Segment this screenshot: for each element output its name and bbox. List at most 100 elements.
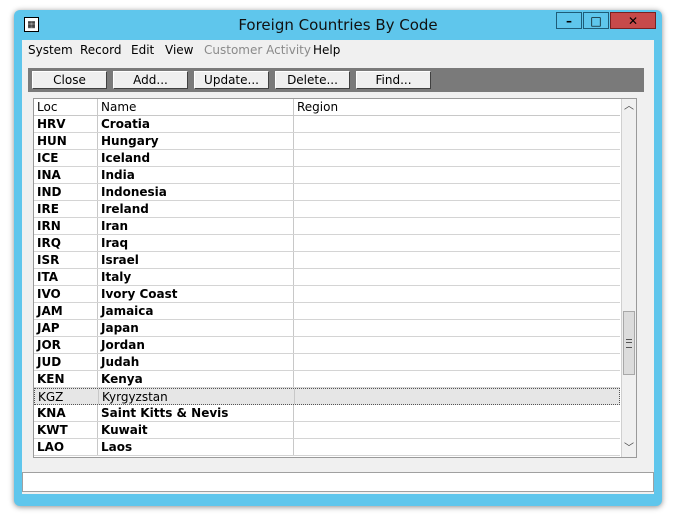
cell-loc: ISR bbox=[34, 252, 98, 268]
cell-region bbox=[294, 201, 620, 217]
cell-loc: LAO bbox=[34, 439, 98, 455]
cell-region bbox=[294, 337, 620, 353]
cell-name: Ivory Coast bbox=[98, 286, 294, 302]
cell-name: Kuwait bbox=[98, 422, 294, 438]
title-bar[interactable]: ▦ Foreign Countries By Code – □ ✕ bbox=[14, 10, 662, 40]
table-row[interactable]: IND Indonesia bbox=[34, 184, 620, 201]
maximize-icon: □ bbox=[590, 14, 602, 28]
cell-region bbox=[294, 235, 620, 251]
cell-name: Israel bbox=[98, 252, 294, 268]
table-row[interactable]: INA India bbox=[34, 167, 620, 184]
cell-region bbox=[294, 184, 620, 200]
cell-loc: HRV bbox=[34, 116, 98, 132]
header-region[interactable]: Region bbox=[294, 99, 620, 115]
table-header: Loc Name Region bbox=[34, 99, 620, 116]
cell-region bbox=[294, 218, 620, 234]
cell-name: India bbox=[98, 167, 294, 183]
table-row[interactable]: JAP Japan bbox=[34, 320, 620, 337]
cell-loc: ICE bbox=[34, 150, 98, 166]
toolbar: Close Add... Update... Delete... Find... bbox=[28, 68, 644, 92]
cell-loc: JAM bbox=[34, 303, 98, 319]
cell-loc: IRE bbox=[34, 201, 98, 217]
cell-name: Jamaica bbox=[98, 303, 294, 319]
scroll-down-icon[interactable]: ﹀ bbox=[622, 441, 636, 457]
table-row[interactable]: HRV Croatia bbox=[34, 116, 620, 133]
cell-loc: JAP bbox=[34, 320, 98, 336]
minimize-button[interactable]: – bbox=[556, 12, 582, 29]
cell-loc: IVO bbox=[34, 286, 98, 302]
cell-loc: JOR bbox=[34, 337, 98, 353]
table-row[interactable]: IVO Ivory Coast bbox=[34, 286, 620, 303]
cell-region bbox=[294, 303, 620, 319]
cell-loc: KGZ bbox=[35, 389, 99, 404]
table-row[interactable]: JAM Jamaica bbox=[34, 303, 620, 320]
header-loc[interactable]: Loc bbox=[34, 99, 98, 115]
cell-region bbox=[294, 354, 620, 370]
cell-name: Indonesia bbox=[98, 184, 294, 200]
table-row[interactable]: HUN Hungary bbox=[34, 133, 620, 150]
table-row[interactable]: JUD Judah bbox=[34, 354, 620, 371]
menu-view[interactable]: View bbox=[165, 43, 193, 57]
countries-table[interactable]: Loc Name Region HRV Croatia HUN Hungary ICE I… bbox=[33, 98, 637, 458]
table-row[interactable]: ICE Iceland bbox=[34, 150, 620, 167]
table-row[interactable]: LAO Laos bbox=[34, 439, 620, 456]
table-row[interactable]: KEN Kenya bbox=[34, 371, 620, 388]
table-row[interactable]: IRN Iran bbox=[34, 218, 620, 235]
update-button[interactable]: Update... bbox=[194, 71, 269, 89]
find-button[interactable]: Find... bbox=[356, 71, 431, 89]
cell-region bbox=[294, 133, 620, 149]
cell-region bbox=[294, 167, 620, 183]
menu-help[interactable]: Help bbox=[313, 43, 340, 57]
cell-loc: IND bbox=[34, 184, 98, 200]
table-row[interactable]: ISR Israel bbox=[34, 252, 620, 269]
add-button[interactable]: Add... bbox=[113, 71, 188, 89]
vertical-scrollbar[interactable]: ︿ ﹀ bbox=[621, 99, 636, 457]
table-row[interactable]: KNA Saint Kitts & Nevis bbox=[34, 405, 620, 422]
app-window: ▦ Foreign Countries By Code – □ ✕ System… bbox=[14, 10, 662, 506]
minimize-icon: – bbox=[566, 14, 572, 28]
cell-region bbox=[294, 405, 620, 421]
cell-region bbox=[294, 150, 620, 166]
cell-region bbox=[295, 389, 621, 404]
table-row[interactable]: IRQ Iraq bbox=[34, 235, 620, 252]
close-window-button[interactable]: ✕ bbox=[610, 12, 656, 29]
close-icon: ✕ bbox=[627, 14, 639, 28]
cell-region bbox=[294, 422, 620, 438]
table-row[interactable]: KGZ Kyrgyzstan bbox=[34, 388, 620, 405]
delete-button[interactable]: Delete... bbox=[275, 71, 350, 89]
cell-region bbox=[294, 371, 620, 387]
cell-name: Iran bbox=[98, 218, 294, 234]
cell-name: Iceland bbox=[98, 150, 294, 166]
cell-region bbox=[294, 252, 620, 268]
cell-name: Croatia bbox=[98, 116, 294, 132]
cell-region bbox=[294, 286, 620, 302]
cell-name: Kenya bbox=[98, 371, 294, 387]
cell-name: Hungary bbox=[98, 133, 294, 149]
menu-record[interactable]: Record bbox=[80, 43, 121, 57]
cell-region bbox=[294, 269, 620, 285]
cell-loc: KEN bbox=[34, 371, 98, 387]
menu-edit[interactable]: Edit bbox=[131, 43, 154, 57]
cell-name: Kyrgyzstan bbox=[99, 389, 295, 404]
cell-name: Japan bbox=[98, 320, 294, 336]
close-button[interactable]: Close bbox=[32, 71, 107, 89]
header-name[interactable]: Name bbox=[98, 99, 294, 115]
maximize-button[interactable]: □ bbox=[583, 12, 609, 29]
window-client-area: System Record Edit View Customer Activit… bbox=[22, 40, 654, 494]
table-row[interactable]: JOR Jordan bbox=[34, 337, 620, 354]
cell-region bbox=[294, 320, 620, 336]
menu-system[interactable]: System bbox=[28, 43, 73, 57]
scroll-up-icon[interactable]: ︿ bbox=[622, 99, 636, 115]
grip-icon bbox=[626, 339, 632, 348]
scroll-thumb[interactable] bbox=[623, 311, 635, 375]
cell-name: Laos bbox=[98, 439, 294, 455]
table-row[interactable]: IRE Ireland bbox=[34, 201, 620, 218]
table-row[interactable]: KWT Kuwait bbox=[34, 422, 620, 439]
cell-name: Iraq bbox=[98, 235, 294, 251]
cell-name: Saint Kitts & Nevis bbox=[98, 405, 294, 421]
table-row[interactable]: ITA Italy bbox=[34, 269, 620, 286]
cell-loc: KNA bbox=[34, 405, 98, 421]
cell-loc: JUD bbox=[34, 354, 98, 370]
cell-name: Italy bbox=[98, 269, 294, 285]
menu-customer-activity[interactable]: Customer Activity bbox=[204, 43, 311, 57]
